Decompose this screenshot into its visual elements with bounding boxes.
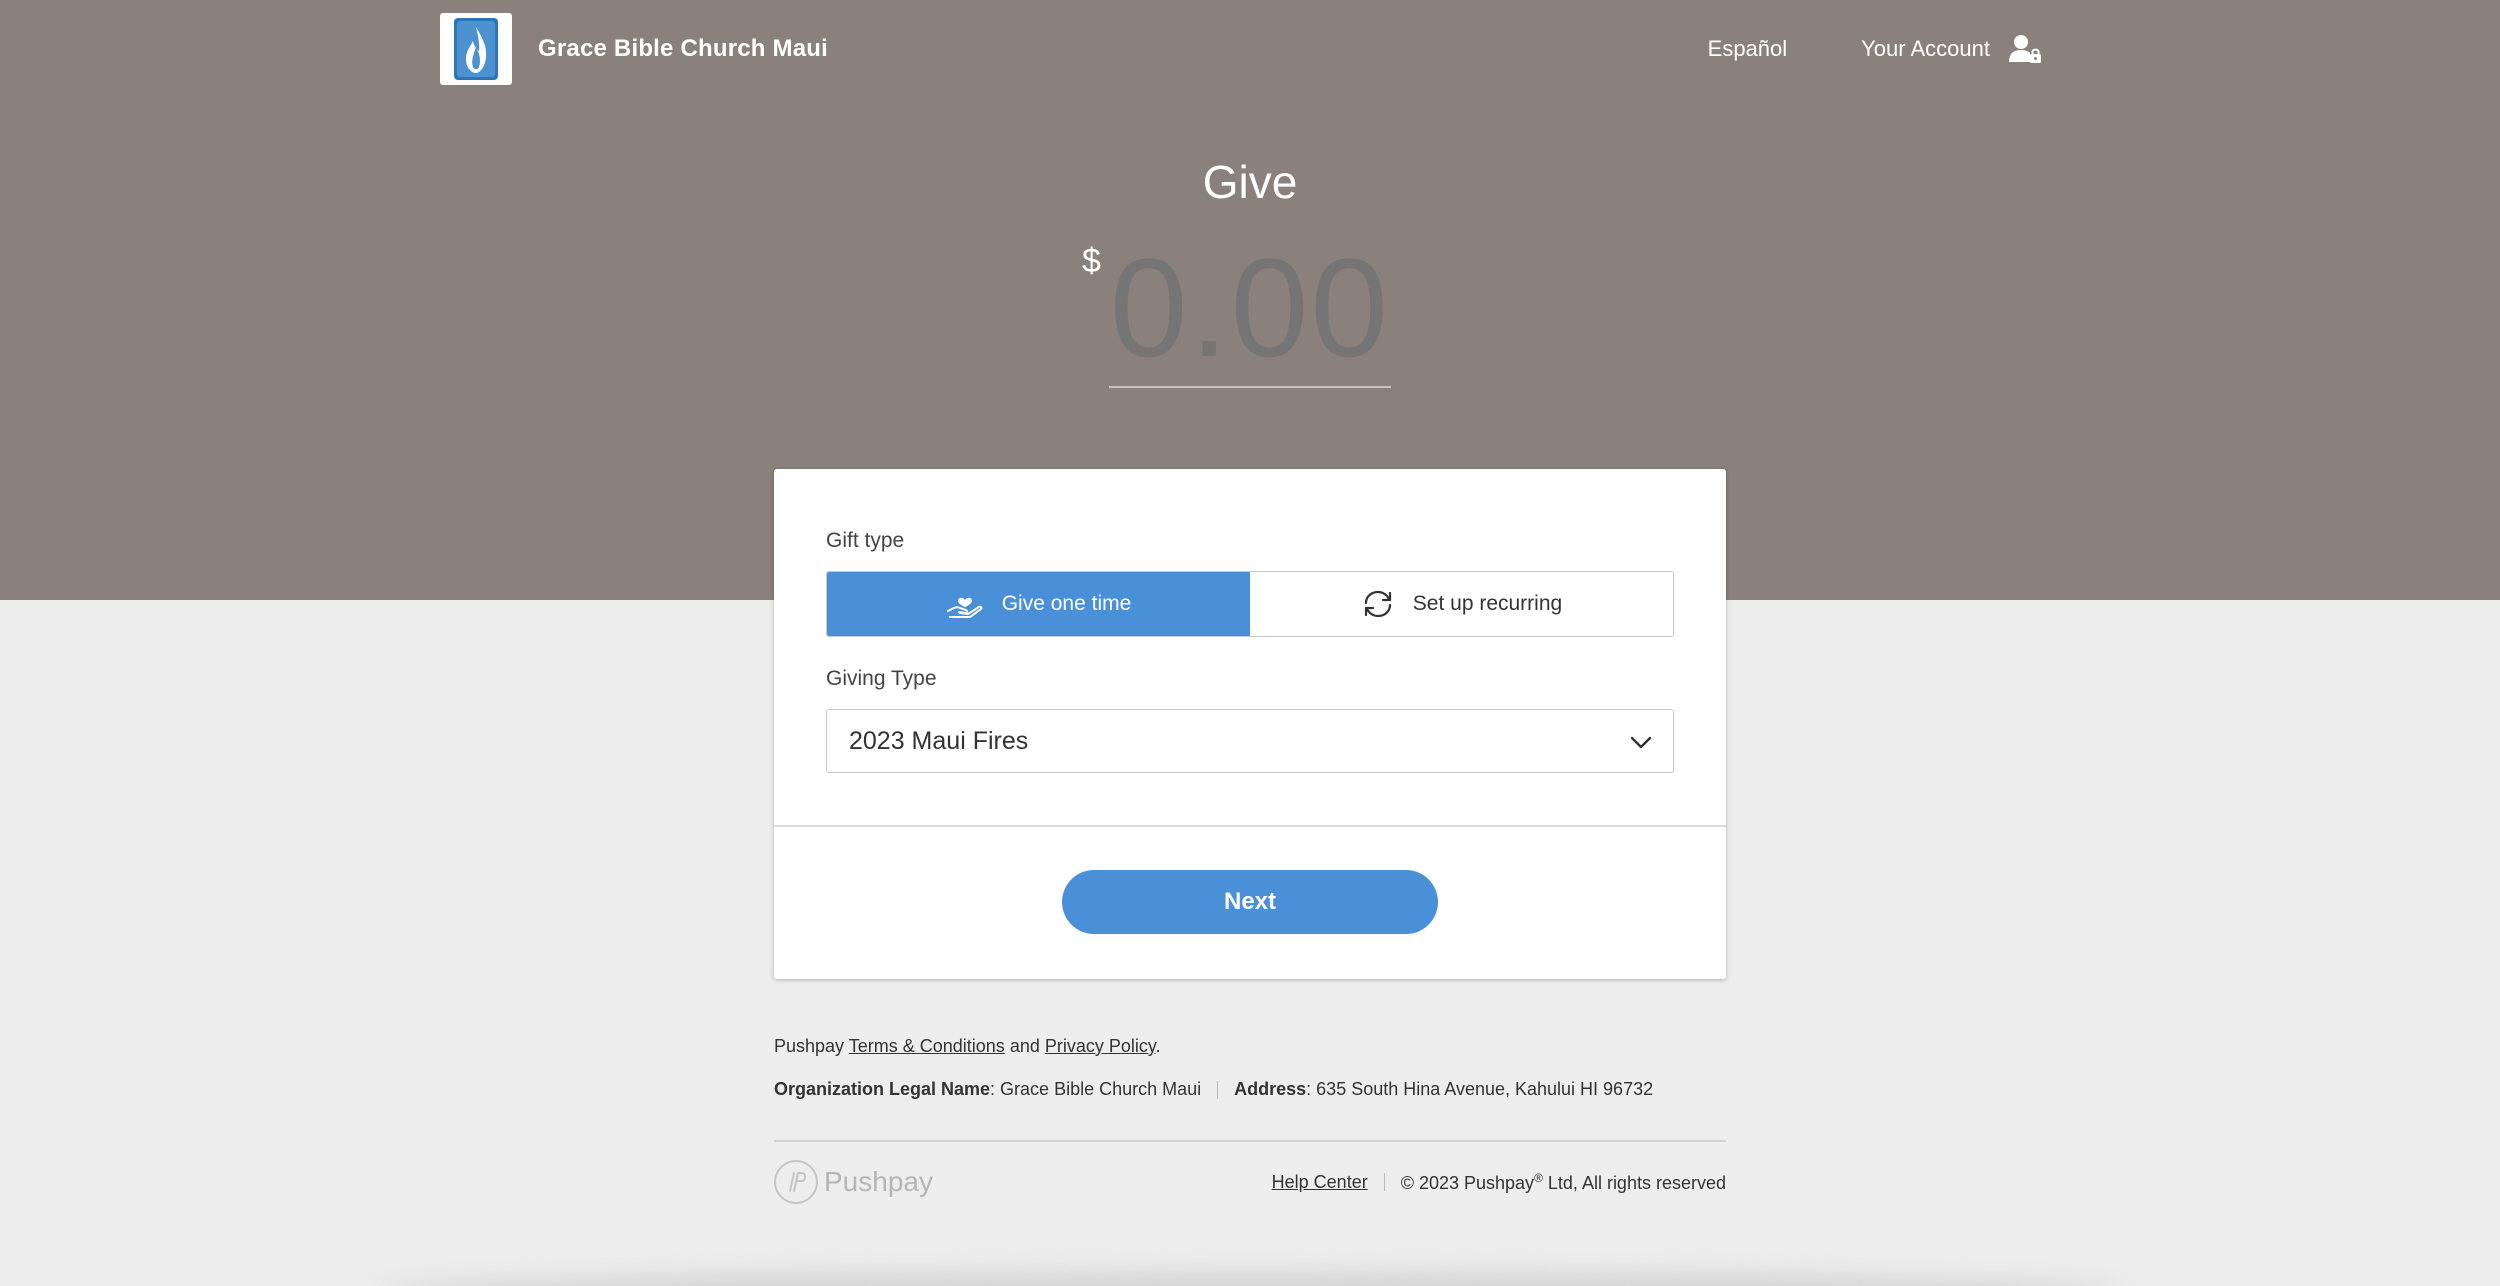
card-divider: [774, 825, 1726, 827]
help-center-link[interactable]: Help Center: [1272, 1172, 1368, 1193]
legal-name-label: Organization Legal Name: [774, 1079, 991, 1099]
legal-info: Organization Legal Name : Grace Bible Ch…: [774, 1079, 1726, 1100]
pushpay-brand-name: Pushpay: [824, 1166, 933, 1197]
top-nav: Español Your Account: [1708, 33, 2044, 65]
footer-divider: [774, 1140, 1726, 1142]
hand-heart-icon: [946, 589, 984, 619]
giving-type-label: Giving Type: [826, 667, 937, 690]
account-label: Your Account: [1861, 36, 1990, 61]
org-name[interactable]: Grace Bible Church Maui: [538, 35, 828, 63]
terms-line: Pushpay Terms & Conditions and Privacy P…: [774, 1036, 1726, 1057]
legal-name-value: : Grace Bible Church Maui: [990, 1079, 1202, 1099]
footer-bottom: Pushpay Help Center © 2023 Pushpay® Ltd,…: [774, 1158, 1726, 1206]
page-bottom-shadow: [380, 1270, 2120, 1286]
copyright-text: © 2023 Pushpay® Ltd, All rights reserved: [1401, 1171, 1726, 1194]
language-link[interactable]: Español: [1708, 36, 1788, 62]
pushpay-logo[interactable]: Pushpay: [774, 1160, 933, 1204]
gift-type-label: Gift type: [826, 529, 905, 552]
copyright-suffix: Ltd, All rights reserved: [1542, 1172, 1726, 1193]
set-up-recurring-option[interactable]: Set up recurring: [1250, 572, 1673, 636]
church-logo-icon[interactable]: [440, 13, 512, 85]
terms-prefix: Pushpay: [774, 1036, 845, 1056]
privacy-link[interactable]: Privacy Policy: [1045, 1036, 1156, 1056]
give-one-time-label: Give one time: [1001, 592, 1132, 615]
footer-right: Help Center © 2023 Pushpay® Ltd, All rig…: [1272, 1171, 1726, 1194]
account-link[interactable]: Your Account: [1861, 33, 2044, 65]
top-bar: Grace Bible Church Maui Español Your Acc…: [440, 12, 2044, 86]
giving-type-value: 2023 Maui Fires: [849, 726, 1029, 755]
currency-symbol: $: [1082, 242, 1101, 280]
terms-period: .: [1155, 1036, 1161, 1056]
amount-field-wrap: $: [1080, 230, 1420, 390]
pushpay-p-icon: [774, 1160, 818, 1204]
give-title: Give: [1202, 156, 1298, 208]
refresh-icon: [1361, 589, 1395, 619]
give-one-time-option[interactable]: Give one time: [827, 572, 1250, 636]
footer-separator: [1383, 1173, 1385, 1191]
address-label: Address: [1234, 1079, 1307, 1099]
legal-separator: [1217, 1080, 1219, 1099]
set-up-recurring-label: Set up recurring: [1412, 592, 1563, 615]
amount-input[interactable]: [1109, 230, 1391, 388]
user-lock-icon: [2008, 33, 2044, 65]
copyright-prefix: © 2023 Pushpay: [1400, 1172, 1535, 1193]
footer: Pushpay Terms & Conditions and Privacy P…: [774, 1036, 1726, 1204]
terms-link[interactable]: Terms & Conditions: [849, 1036, 1005, 1056]
next-button[interactable]: Next: [1062, 870, 1438, 934]
chevron-down-icon: [1629, 730, 1653, 754]
address-value: : 635 South Hina Avenue, Kahului HI 9673…: [1306, 1079, 1654, 1099]
gift-type-toggle: Give one time Set up recurring: [826, 571, 1674, 637]
registered-mark: ®: [1534, 1170, 1543, 1185]
gift-card: Gift type Give one time Set up recurring…: [774, 469, 1726, 979]
giving-type-select[interactable]: 2023 Maui Fires: [826, 709, 1674, 773]
and-text: and: [1009, 1036, 1040, 1056]
